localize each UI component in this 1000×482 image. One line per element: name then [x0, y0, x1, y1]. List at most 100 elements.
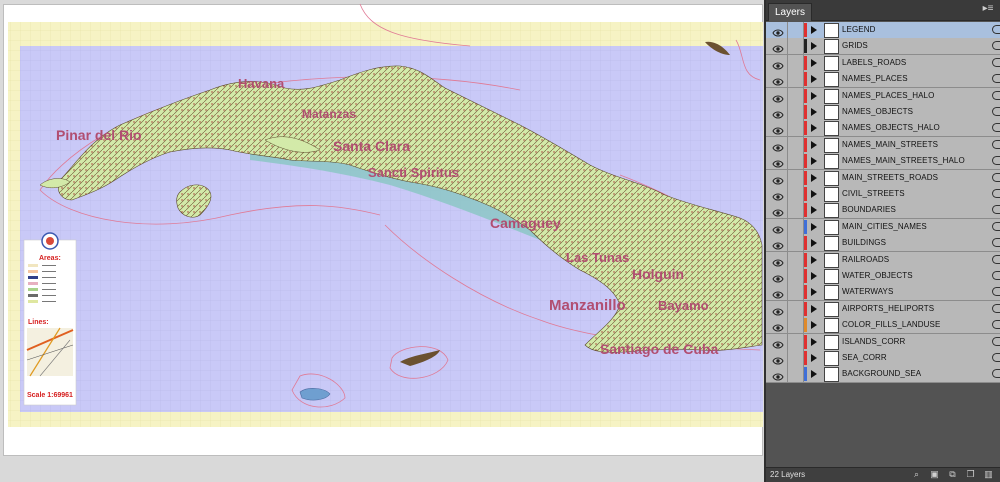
visibility-eye-icon[interactable] — [772, 25, 784, 37]
document-canvas[interactable]: Havana Pinar del Rio Matanzas Santa Clar… — [0, 0, 763, 482]
layer-row[interactable]: NAMES_MAIN_STREETS — [766, 136, 1000, 154]
layer-name[interactable]: BOUNDARIES — [842, 202, 896, 218]
layer-target-icon[interactable] — [992, 238, 1000, 248]
expand-triangle-icon[interactable] — [811, 304, 817, 313]
visibility-eye-icon[interactable] — [772, 222, 784, 234]
layer-row[interactable]: AIRPORTS_HELIPORTS — [766, 300, 1000, 318]
layer-name[interactable]: NAMES_PLACES — [842, 71, 908, 87]
layer-name[interactable]: CIVIL_STREETS — [842, 186, 905, 202]
visibility-eye-icon[interactable] — [772, 271, 784, 283]
visibility-eye-icon[interactable] — [772, 58, 784, 70]
layer-target-icon[interactable] — [992, 139, 1000, 149]
expand-triangle-icon[interactable] — [811, 26, 817, 34]
lock-toggle[interactable] — [787, 87, 804, 104]
delete-layer-icon[interactable]: ▥ — [984, 470, 993, 479]
lock-toggle[interactable] — [787, 186, 804, 202]
layer-row[interactable]: ISLANDS_CORR — [766, 333, 1000, 351]
visibility-eye-icon[interactable] — [772, 353, 784, 365]
layer-name[interactable]: COLOR_FILLS_LANDUSE — [842, 317, 940, 333]
layer-name[interactable]: WATERWAYS — [842, 284, 893, 300]
lock-toggle[interactable] — [787, 333, 804, 350]
layer-target-icon[interactable] — [992, 254, 1000, 264]
expand-triangle-icon[interactable] — [811, 173, 817, 182]
layer-row[interactable]: LABELS_ROADS — [766, 54, 1000, 72]
lock-toggle[interactable] — [787, 202, 804, 219]
lock-toggle[interactable] — [787, 120, 804, 137]
layer-name[interactable]: ISLANDS_CORR — [842, 334, 905, 350]
visibility-eye-icon[interactable] — [772, 123, 784, 135]
layer-target-icon[interactable] — [992, 353, 1000, 362]
layer-target-icon[interactable] — [992, 221, 1000, 231]
layer-target-icon[interactable] — [992, 172, 1000, 182]
layer-row[interactable]: MAIN_STREETS_ROADS — [766, 169, 1000, 187]
layer-target-icon[interactable] — [992, 320, 1000, 330]
layer-row[interactable]: GRIDS — [766, 38, 1000, 56]
expand-triangle-icon[interactable] — [811, 255, 817, 264]
expand-triangle-icon[interactable] — [811, 370, 817, 379]
layer-name[interactable]: GRIDS — [842, 38, 868, 54]
layer-name[interactable]: RAILROADS — [842, 252, 889, 268]
layer-target-icon[interactable] — [992, 41, 1000, 51]
expand-triangle-icon[interactable] — [811, 272, 817, 280]
layer-name[interactable]: BUILDINGS — [842, 235, 886, 251]
layer-name[interactable]: MAIN_STREETS_ROADS — [842, 170, 938, 186]
visibility-eye-icon[interactable] — [772, 107, 784, 119]
expand-triangle-icon[interactable] — [811, 75, 817, 84]
lock-toggle[interactable] — [787, 218, 804, 235]
layer-target-icon[interactable] — [992, 57, 1000, 67]
layer-row[interactable]: CIVIL_STREETS — [766, 186, 1000, 203]
expand-triangle-icon[interactable] — [811, 337, 817, 346]
lock-toggle[interactable] — [787, 251, 804, 268]
layer-target-icon[interactable] — [992, 271, 1000, 280]
visibility-eye-icon[interactable] — [772, 41, 784, 53]
layer-target-icon[interactable] — [992, 369, 1000, 379]
layer-name[interactable]: LABELS_ROADS — [842, 55, 906, 71]
visibility-eye-icon[interactable] — [772, 369, 784, 381]
layer-row[interactable]: NAMES_OBJECTS_HALO — [766, 120, 1000, 138]
lock-toggle[interactable] — [787, 136, 804, 153]
expand-triangle-icon[interactable] — [811, 288, 817, 297]
layer-row[interactable]: COLOR_FILLS_LANDUSE — [766, 317, 1000, 335]
layer-target-icon[interactable] — [992, 156, 1000, 166]
lock-toggle[interactable] — [787, 317, 804, 334]
layer-row[interactable]: NAMES_PLACES — [766, 71, 1000, 89]
layer-name[interactable]: SEA_CORR — [842, 350, 887, 366]
layer-target-icon[interactable] — [992, 287, 1000, 297]
layer-target-icon[interactable] — [992, 205, 1000, 215]
expand-triangle-icon[interactable] — [811, 91, 817, 100]
lock-toggle[interactable] — [787, 300, 804, 317]
expand-triangle-icon[interactable] — [811, 42, 817, 51]
expand-triangle-icon[interactable] — [811, 222, 817, 231]
create-new-layer-icon[interactable]: ❐ — [966, 470, 975, 479]
visibility-eye-icon[interactable] — [772, 238, 784, 250]
expand-triangle-icon[interactable] — [811, 239, 817, 248]
expand-triangle-icon[interactable] — [811, 157, 817, 166]
panel-menu-icon[interactable]: ▸≡ — [980, 2, 996, 16]
lock-toggle[interactable] — [787, 104, 804, 120]
tab-layers[interactable]: Layers — [768, 3, 813, 21]
lock-toggle[interactable] — [787, 153, 804, 170]
lock-toggle[interactable] — [787, 38, 804, 55]
layer-row[interactable]: NAMES_MAIN_STREETS_HALO — [766, 153, 1000, 171]
visibility-eye-icon[interactable] — [772, 140, 784, 152]
lock-toggle[interactable] — [787, 54, 804, 71]
layer-row[interactable]: MAIN_CITIES_NAMES — [766, 218, 1000, 236]
layer-name[interactable]: NAMES_MAIN_STREETS_HALO — [842, 153, 965, 169]
layer-row[interactable]: BUILDINGS — [766, 235, 1000, 253]
lock-toggle[interactable] — [787, 22, 804, 38]
layer-row[interactable]: BACKGROUND_SEA — [766, 366, 1000, 384]
make-clipping-mask-icon[interactable]: ▣ — [930, 470, 939, 479]
layer-row[interactable]: RAILROADS — [766, 251, 1000, 269]
layer-name[interactable]: AIRPORTS_HELIPORTS — [842, 301, 934, 317]
layer-row[interactable]: WATER_OBJECTS — [766, 268, 1000, 285]
layer-target-icon[interactable] — [992, 336, 1000, 346]
layer-name[interactable]: LEGEND — [842, 22, 876, 38]
visibility-eye-icon[interactable] — [772, 156, 784, 168]
layer-row[interactable]: WATERWAYS — [766, 284, 1000, 302]
layer-name[interactable]: MAIN_CITIES_NAMES — [842, 219, 927, 235]
layer-target-icon[interactable] — [992, 74, 1000, 84]
visibility-eye-icon[interactable] — [772, 337, 784, 349]
expand-triangle-icon[interactable] — [811, 354, 817, 362]
expand-triangle-icon[interactable] — [811, 321, 817, 330]
layer-row[interactable]: SEA_CORR — [766, 350, 1000, 367]
